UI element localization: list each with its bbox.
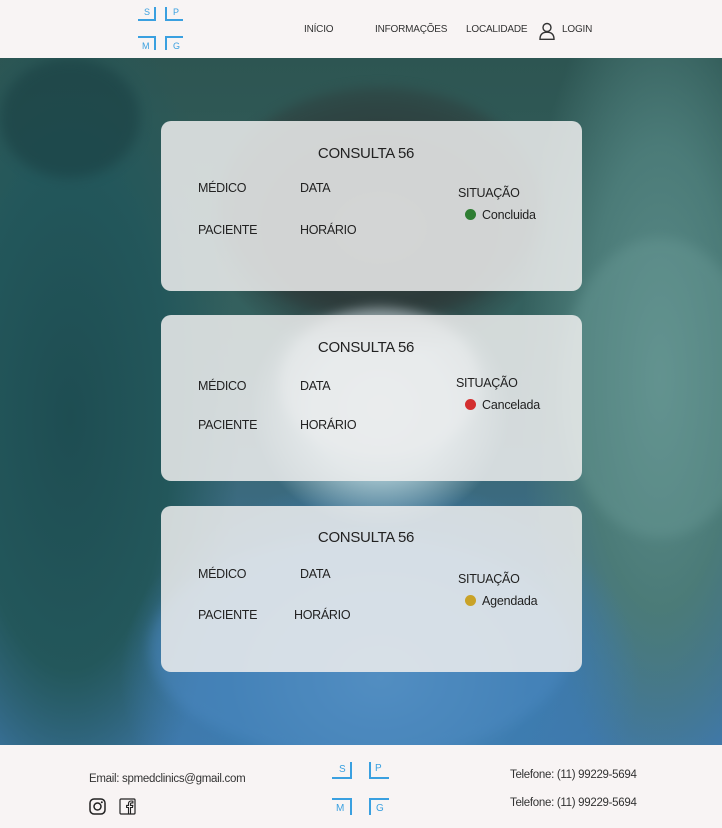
instagram-icon[interactable] [89, 798, 106, 815]
consultation-card[interactable]: CONSULTA 56 MÉDICO DATA PACIENTE HORÁRIO… [161, 315, 582, 481]
consultation-card[interactable]: CONSULTA 56 MÉDICO DATA PACIENTE HORÁRIO… [161, 506, 582, 672]
status-badge: Agendada [465, 594, 538, 608]
doctor-label: MÉDICO [198, 379, 247, 393]
status-badge: Concluida [465, 208, 536, 222]
date-label: DATA [300, 379, 331, 393]
patient-label: PACIENTE [198, 608, 258, 622]
user-icon[interactable] [539, 22, 555, 40]
logo[interactable]: S P M G [138, 7, 184, 51]
status-text: Agendada [482, 594, 538, 608]
patient-label: PACIENTE [198, 223, 258, 237]
nav-localidade[interactable]: LOCALIDADE [466, 24, 528, 35]
status-label: SITUAÇÃO [458, 572, 520, 586]
time-label: HORÁRIO [300, 418, 357, 432]
nav-inicio[interactable]: INÍCIO [304, 24, 334, 35]
nav-login[interactable]: LOGIN [562, 24, 592, 35]
contact-email[interactable]: Email: spmedclinics@gmail.com [89, 773, 246, 785]
patient-label: PACIENTE [198, 418, 258, 432]
site-header: S P M G INÍCIO INFORMAÇÕES LOCALIDADE LO… [0, 0, 722, 58]
logo-quadrant-p: P [165, 7, 183, 21]
logo-quadrant-m: M [138, 36, 156, 51]
consultation-title: CONSULTA 56 [317, 339, 415, 356]
logo-quadrant-g: G [369, 798, 389, 815]
status-dot-icon [465, 595, 476, 606]
status-text: Concluida [482, 208, 536, 222]
status-label: SITUAÇÃO [456, 376, 518, 390]
logo-quadrant-p: P [369, 762, 389, 779]
status-text: Cancelada [482, 398, 540, 412]
time-label: HORÁRIO [294, 608, 351, 622]
date-label: DATA [300, 181, 331, 195]
consultation-title: CONSULTA 56 [317, 145, 415, 162]
doctor-label: MÉDICO [198, 181, 247, 195]
status-badge: Cancelada [465, 398, 540, 412]
consultation-card[interactable]: CONSULTA 56 MÉDICO DATA PACIENTE HORÁRIO… [161, 121, 582, 291]
doctor-label: MÉDICO [198, 567, 247, 581]
footer-logo[interactable]: S P M G [332, 762, 390, 815]
status-dot-icon [465, 399, 476, 410]
consultation-title: CONSULTA 56 [317, 529, 415, 546]
nav-informacoes[interactable]: INFORMAÇÕES [375, 24, 447, 35]
site-footer: Email: spmedclinics@gmail.com S P M G Te… [0, 745, 722, 828]
contact-phone[interactable]: Telefone: (11) 99229-5694 [510, 769, 637, 781]
logo-quadrant-s: S [332, 762, 352, 779]
logo-quadrant-g: G [165, 36, 183, 51]
logo-quadrant-m: M [332, 798, 352, 815]
time-label: HORÁRIO [300, 223, 357, 237]
facebook-icon[interactable] [119, 798, 136, 815]
logo-quadrant-s: S [138, 7, 156, 21]
date-label: DATA [300, 567, 331, 581]
contact-phone[interactable]: Telefone: (11) 99229-5694 [510, 797, 637, 809]
status-dot-icon [465, 209, 476, 220]
status-label: SITUAÇÃO [458, 186, 520, 200]
